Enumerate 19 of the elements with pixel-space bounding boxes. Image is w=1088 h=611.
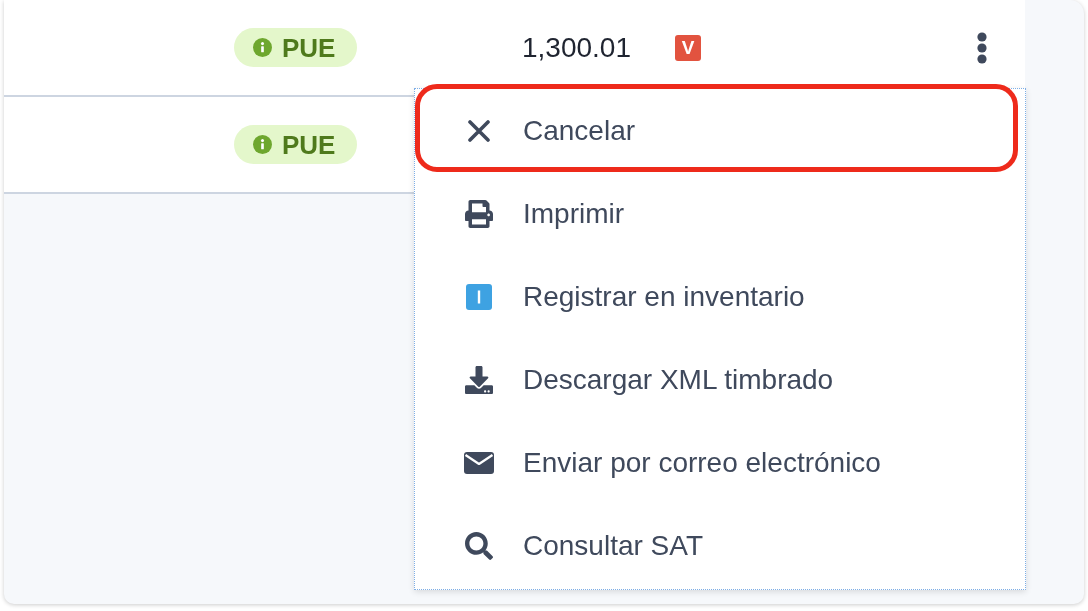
search-icon bbox=[465, 531, 493, 560]
vertical-dots-icon bbox=[977, 31, 987, 64]
letter-tag: V bbox=[675, 34, 701, 61]
menu-item[interactable]: Imprimir bbox=[415, 172, 1025, 255]
menu-item[interactable]: Enviar por correo electrónico bbox=[415, 421, 1025, 504]
info-icon bbox=[253, 135, 272, 154]
menu-item[interactable]: Consultar SAT bbox=[415, 504, 1025, 587]
inventory-tile-icon bbox=[466, 283, 492, 310]
info-icon bbox=[253, 38, 272, 57]
printer-icon bbox=[465, 199, 493, 228]
pill-label: PUE bbox=[282, 131, 336, 158]
amount-text: 1,300.01 bbox=[522, 33, 632, 62]
menu-item[interactable]: Registrar en inventario bbox=[415, 255, 1025, 338]
pill-label: PUE bbox=[282, 34, 336, 61]
download-icon bbox=[465, 365, 493, 394]
close-icon bbox=[468, 119, 490, 142]
envelope-icon bbox=[464, 451, 494, 474]
menu-item[interactable]: Descargar XML timbrado bbox=[415, 338, 1025, 421]
menu-item[interactable]: Cancelar bbox=[415, 84, 1018, 172]
